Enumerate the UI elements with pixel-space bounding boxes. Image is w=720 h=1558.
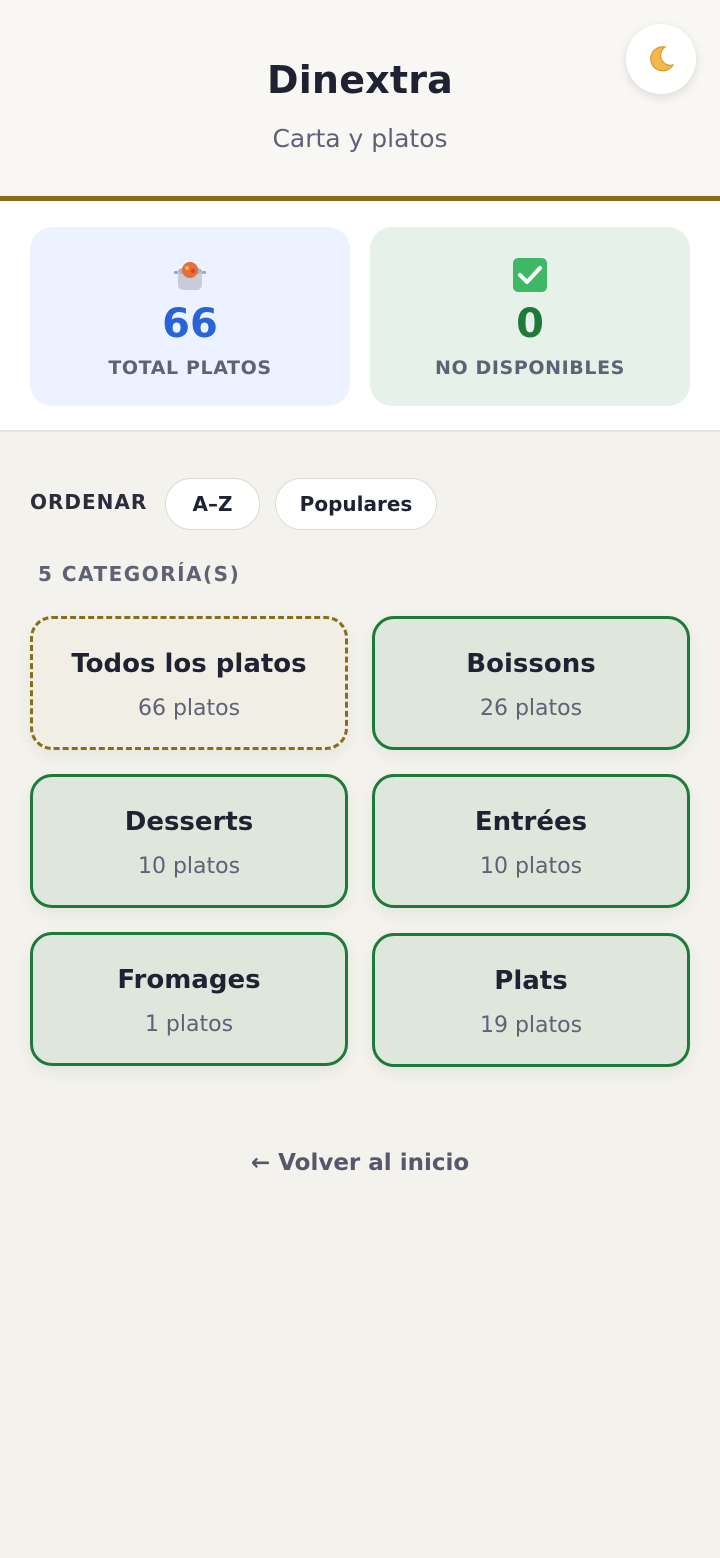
sort-popular-button[interactable]: Populares <box>275 478 437 530</box>
total-dishes-label: TOTAL PLATOS <box>108 357 272 379</box>
unavailable-dishes-card: 0 NO DISPONIBLES <box>370 227 690 406</box>
total-dishes-card: 66 TOTAL PLATOS <box>30 227 350 406</box>
total-dishes-value: 66 <box>162 301 218 347</box>
category-name: Fromages <box>117 965 261 995</box>
category-dish-count: 19 platos <box>479 1013 583 1038</box>
sort-label: ORDENAR <box>30 490 148 514</box>
back-to-home-link[interactable]: ← Volver al inicio <box>0 1150 720 1176</box>
unavailable-dishes-label: NO DISPONIBLES <box>435 357 625 379</box>
category-card-desserts[interactable]: Desserts 10 platos <box>30 774 348 908</box>
category-name: Todos los platos <box>71 649 307 679</box>
category-name: Boissons <box>466 649 596 679</box>
category-dish-count: 26 platos <box>479 696 583 721</box>
category-name: Entrées <box>474 807 588 837</box>
category-dish-count: 66 platos <box>137 696 241 721</box>
category-count: 5 CATEGORÍA(S) <box>38 562 241 586</box>
category-card-boissons[interactable]: Boissons 26 platos <box>372 616 690 750</box>
app-subtitle: Carta y platos <box>272 124 448 153</box>
cooking-pot-icon <box>174 262 206 290</box>
category-card-all[interactable]: Todos los platos 66 platos <box>30 616 348 750</box>
page-header: Dinextra Carta y platos <box>0 0 720 196</box>
unavailable-dishes-value: 0 <box>516 301 544 347</box>
check-box-icon <box>513 258 547 292</box>
category-card-plats[interactable]: Plats 19 platos <box>372 933 690 1067</box>
category-card-entrees[interactable]: Entrées 10 platos <box>372 774 690 908</box>
app-title: Dinextra <box>266 58 454 102</box>
sort-az-button[interactable]: A–Z <box>165 478 260 530</box>
theme-toggle-button[interactable] <box>626 24 696 94</box>
category-name: Desserts <box>124 807 254 837</box>
moon-icon <box>650 46 675 72</box>
category-dish-count: 10 platos <box>479 854 583 879</box>
category-card-fromages[interactable]: Fromages 1 platos <box>30 932 348 1066</box>
category-dish-count: 1 platos <box>144 1012 234 1037</box>
category-name: Plats <box>494 966 568 996</box>
stats-panel: 66 TOTAL PLATOS 0 NO DISPONIBLES <box>0 201 720 432</box>
category-dish-count: 10 platos <box>137 854 241 879</box>
